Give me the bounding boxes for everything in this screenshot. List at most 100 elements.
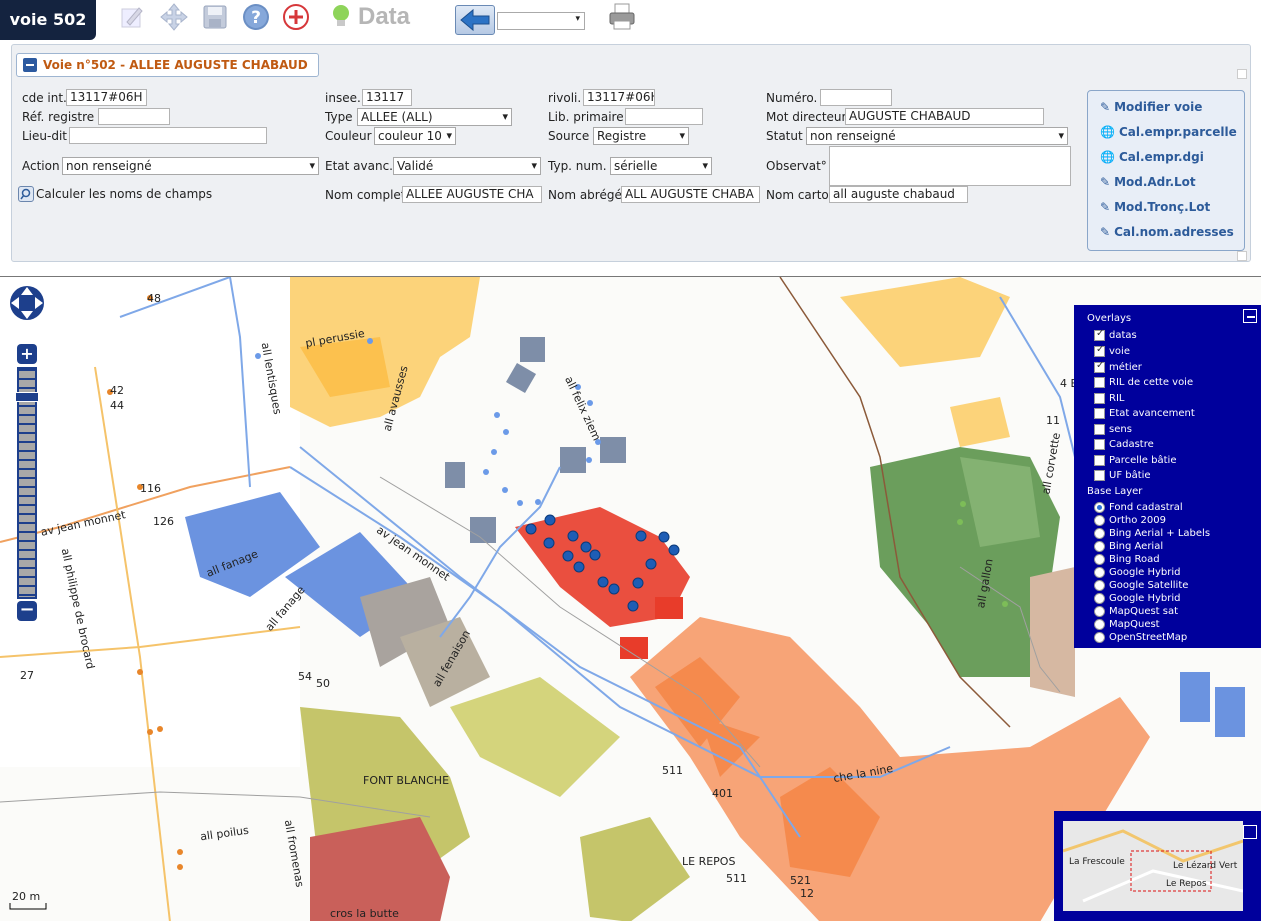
- minimap-label: Le Repos: [1166, 879, 1207, 889]
- mod-adr-lot-button[interactable]: ✎ Mod.Adr.Lot: [1100, 175, 1196, 189]
- calculate-icon[interactable]: [18, 186, 34, 202]
- radio[interactable]: [1094, 632, 1105, 643]
- lieu-dit-field[interactable]: [69, 127, 267, 144]
- checkbox[interactable]: [1094, 393, 1105, 404]
- insee-field[interactable]: 13117: [362, 89, 412, 106]
- lib-primaire-field[interactable]: [625, 108, 703, 125]
- numero-field[interactable]: [820, 89, 892, 106]
- base-layer-bing-aerial[interactable]: Bing Aerial: [1094, 540, 1163, 553]
- calc-names-label[interactable]: Calculer les noms de champs: [36, 187, 212, 201]
- print-icon[interactable]: [606, 2, 638, 32]
- radio[interactable]: [1094, 541, 1105, 552]
- mod-tronc-lot-button[interactable]: ✎ Mod.Tronç.Lot: [1100, 200, 1210, 214]
- overlay-cadastre[interactable]: Cadastre: [1094, 438, 1154, 451]
- overlay-datas[interactable]: datas: [1094, 328, 1137, 342]
- rivoli-label: rivoli.: [548, 91, 582, 105]
- move-icon[interactable]: [158, 2, 190, 32]
- cde-int-label: cde int.: [22, 91, 67, 105]
- house-number: 50: [316, 677, 330, 690]
- checkbox[interactable]: [1094, 377, 1105, 388]
- source-select[interactable]: Registre: [593, 127, 689, 145]
- edit-icon[interactable]: [116, 2, 148, 32]
- base-layer-osm[interactable]: OpenStreetMap: [1094, 631, 1187, 644]
- overview-map-canvas[interactable]: La Frescoule Le Lézard Vert Le Repos: [1063, 821, 1243, 911]
- checkbox[interactable]: [1094, 344, 1105, 357]
- statut-select[interactable]: non renseigné: [806, 127, 1068, 145]
- observat-field[interactable]: [829, 146, 1071, 186]
- radio[interactable]: [1094, 554, 1105, 565]
- svg-text:?: ?: [251, 8, 261, 28]
- base-layer-bing-road[interactable]: Bing Road: [1094, 553, 1160, 566]
- action-select[interactable]: non renseigné: [62, 157, 319, 175]
- base-layer-label: Ortho 2009: [1109, 515, 1166, 526]
- base-layer-google-hybrid[interactable]: Google Hybrid: [1094, 566, 1180, 579]
- ref-registre-field[interactable]: [98, 108, 170, 125]
- radio[interactable]: [1094, 619, 1105, 630]
- zoom-in-button[interactable]: +: [17, 344, 37, 364]
- layer-select[interactable]: ▾: [497, 12, 585, 30]
- rivoli-field[interactable]: 13117#06H: [583, 89, 655, 106]
- cde-int-field[interactable]: 13117#06H: [66, 89, 147, 106]
- checkbox[interactable]: [1094, 360, 1105, 373]
- radio[interactable]: [1094, 606, 1105, 617]
- type-select[interactable]: ALLEE (ALL): [357, 108, 512, 126]
- zoom-out-button[interactable]: −: [17, 601, 37, 621]
- nom-abrege-label: Nom abrégé: [548, 188, 622, 202]
- overview-map[interactable]: La Frescoule Le Lézard Vert Le Repos: [1054, 811, 1261, 921]
- radio[interactable]: [1094, 515, 1105, 526]
- base-layer-mapquest-sat[interactable]: MapQuest sat: [1094, 605, 1178, 618]
- base-layer-bing-labels[interactable]: Bing Aerial + Labels: [1094, 527, 1210, 540]
- overlay-etat[interactable]: Etat avancement: [1094, 407, 1195, 420]
- back-arrow-icon[interactable]: [455, 5, 495, 35]
- overlay-parcelle[interactable]: Parcelle bâtie: [1094, 454, 1176, 467]
- panel-title[interactable]: Voie n°502 - ALLEE AUGUSTE CHABAUD: [16, 53, 319, 77]
- source-label: Source: [548, 129, 590, 143]
- nom-complet-field[interactable]: ALLEE AUGUSTE CHA: [402, 186, 542, 203]
- radio[interactable]: [1094, 593, 1105, 604]
- modifier-voie-button[interactable]: ✎ Modifier voie: [1100, 100, 1202, 114]
- radio[interactable]: [1094, 528, 1105, 539]
- base-layer-google-hybrid-2[interactable]: Google Hybrid: [1094, 592, 1180, 605]
- nom-carto-field[interactable]: all auguste chabaud: [829, 186, 968, 203]
- save-icon[interactable]: [199, 2, 231, 32]
- checkbox[interactable]: [1094, 408, 1105, 419]
- base-layer-google-sat[interactable]: Google Satellite: [1094, 579, 1188, 592]
- overlay-metier[interactable]: métier: [1094, 360, 1142, 374]
- cal-empr-dgi-button[interactable]: 🌐 Cal.empr.dgi: [1100, 150, 1204, 164]
- overlay-label: Parcelle bâtie: [1109, 455, 1177, 466]
- checkbox[interactable]: [1094, 328, 1105, 341]
- panel-resize-bottom[interactable]: [1237, 251, 1247, 261]
- overlay-uf[interactable]: UF bâtie: [1094, 469, 1151, 482]
- pan-control[interactable]: [8, 284, 46, 322]
- checkbox[interactable]: [1094, 439, 1105, 450]
- collapse-icon[interactable]: [23, 58, 37, 72]
- overlay-ril[interactable]: RIL: [1094, 392, 1124, 405]
- typ-num-select[interactable]: sérielle: [610, 157, 712, 175]
- place-label: FONT BLANCHE: [363, 774, 450, 787]
- nom-abrege-field[interactable]: ALL AUGUSTE CHABA: [621, 186, 760, 203]
- overlay-sens[interactable]: sens: [1094, 423, 1132, 436]
- cal-empr-parcelle-button[interactable]: 🌐 Cal.empr.parcelle: [1100, 125, 1237, 139]
- base-layer-ortho[interactable]: Ortho 2009: [1094, 514, 1166, 527]
- globe-icon: 🌐: [1100, 150, 1115, 164]
- overlay-voie[interactable]: voie: [1094, 344, 1130, 358]
- collapse-icon[interactable]: [1243, 825, 1257, 839]
- mot-directeur-field[interactable]: AUGUSTE CHABAUD: [845, 108, 1044, 125]
- base-layer-fond[interactable]: Fond cadastral: [1094, 501, 1183, 514]
- couleur-select[interactable]: couleur 10: [374, 127, 456, 145]
- radio[interactable]: [1094, 567, 1105, 578]
- cal-nom-adresses-button[interactable]: ✎ Cal.nom.adresses: [1100, 225, 1234, 239]
- base-layer-mapquest[interactable]: MapQuest: [1094, 618, 1160, 631]
- zoom-slider-handle[interactable]: [15, 392, 39, 402]
- checkbox[interactable]: [1094, 470, 1105, 481]
- add-icon[interactable]: [280, 2, 312, 32]
- checkbox[interactable]: [1094, 424, 1105, 435]
- overlay-ril-voie[interactable]: RIL de cette voie: [1094, 376, 1193, 389]
- panel-resize-top[interactable]: [1237, 69, 1247, 79]
- checkbox[interactable]: [1094, 455, 1105, 466]
- etat-select[interactable]: Validé: [393, 157, 541, 175]
- help-icon[interactable]: ?: [240, 2, 272, 32]
- collapse-icon[interactable]: [1243, 309, 1257, 323]
- radio[interactable]: [1094, 580, 1105, 591]
- radio[interactable]: [1094, 502, 1105, 513]
